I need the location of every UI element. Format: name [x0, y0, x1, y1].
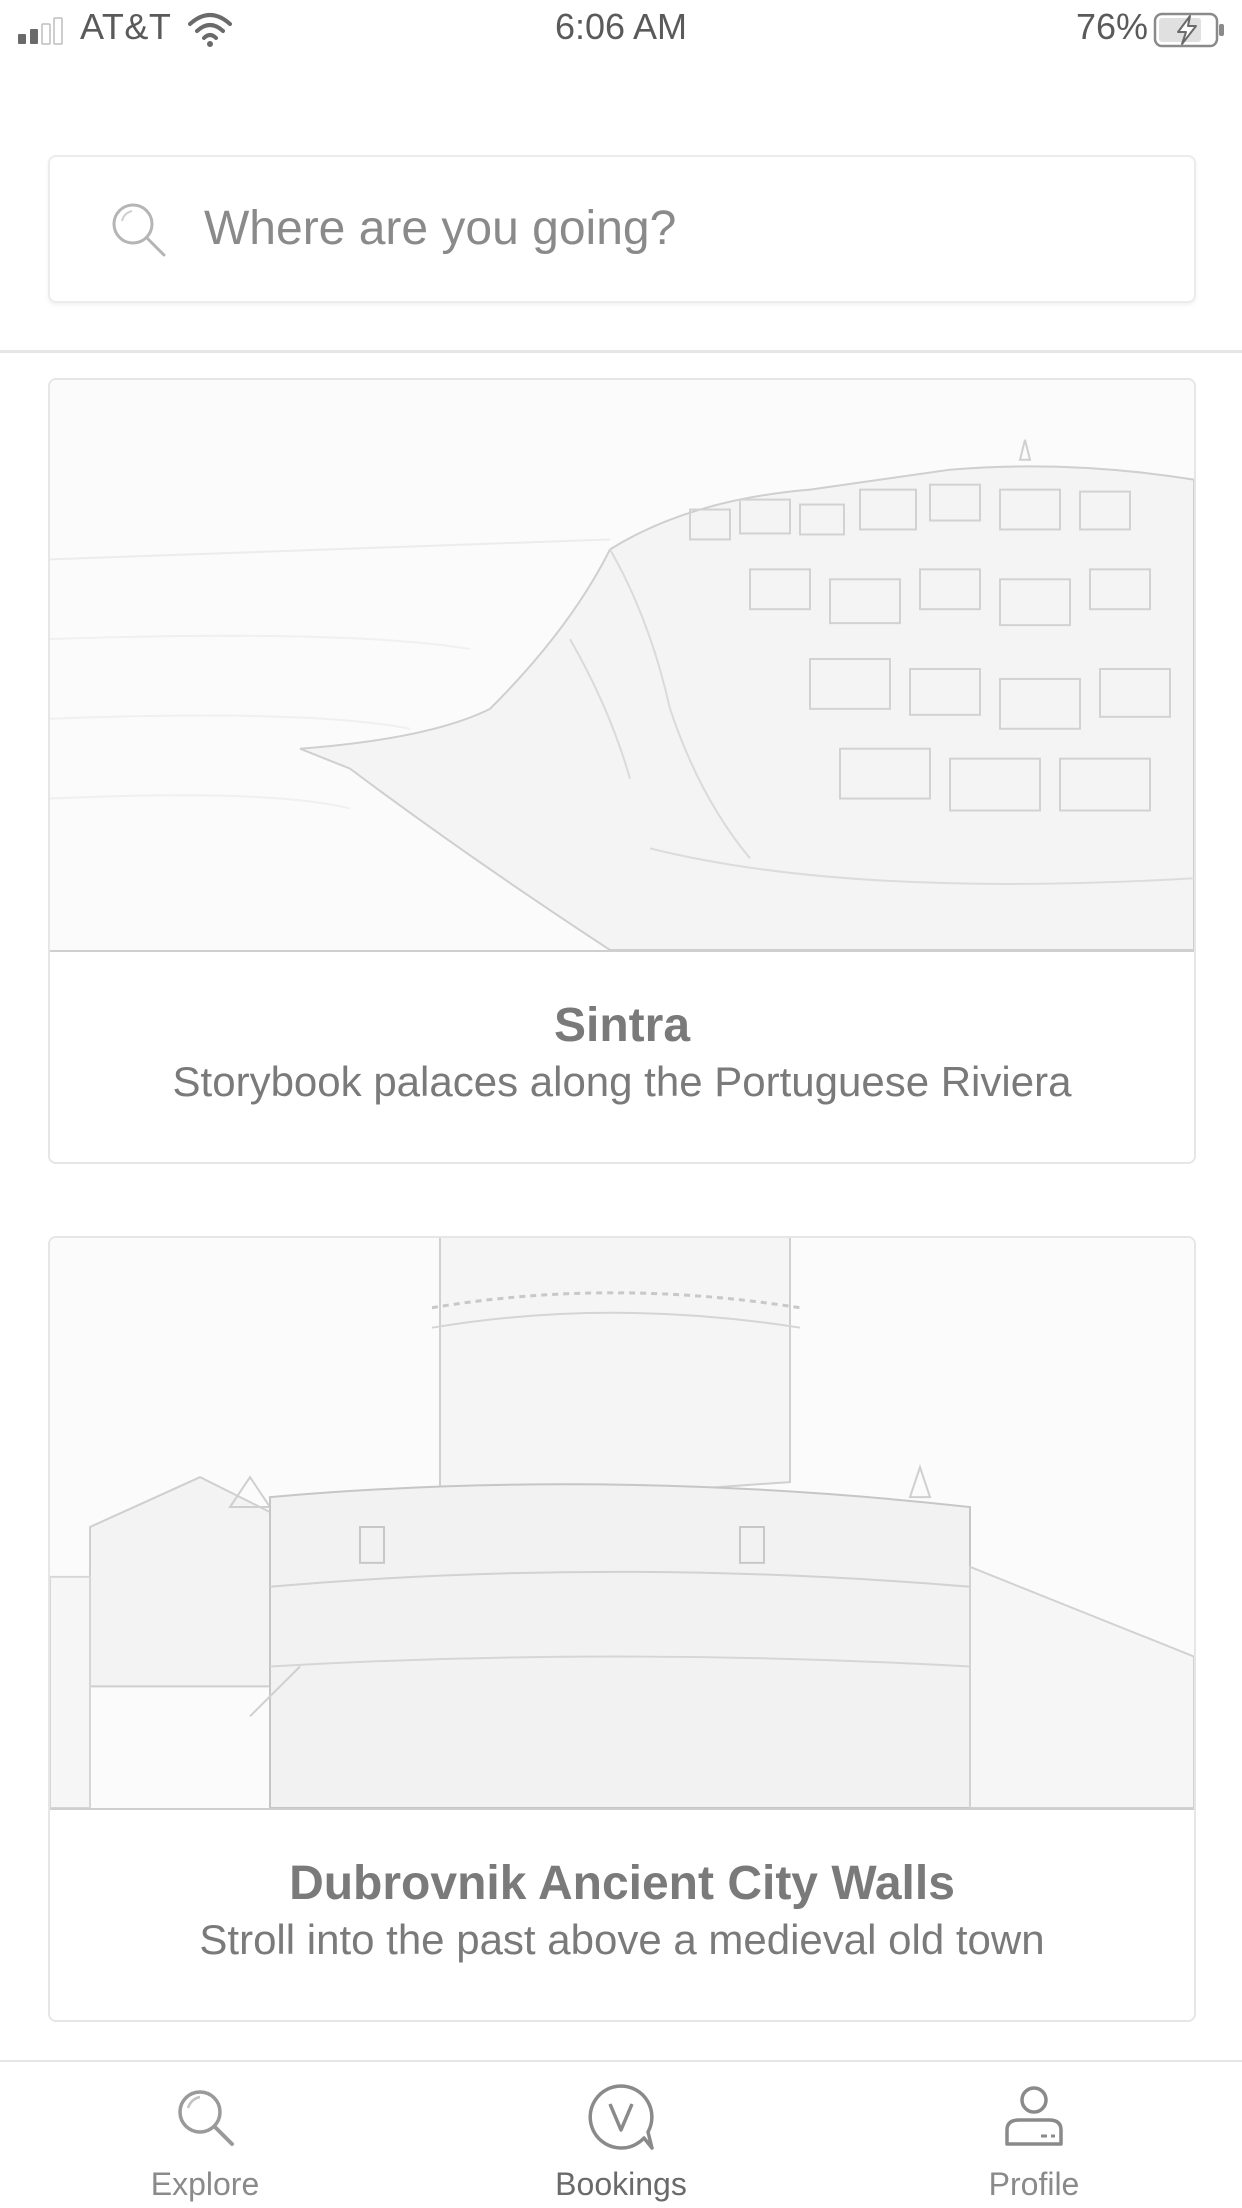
status-bar: AT&T 6:06 AM 76%	[0, 0, 1242, 60]
search-placeholder: Where are you going?	[204, 202, 677, 255]
tab-bar: Explore Bookings Profile	[0, 2060, 1242, 2208]
card-image	[50, 380, 1194, 952]
battery-charging-icon	[1153, 12, 1224, 48]
app-screen: AT&T 6:06 AM 76% Where are you going? Si…	[0, 0, 1242, 2208]
card-image	[50, 1238, 1194, 1810]
search-input[interactable]: Where are you going?	[48, 155, 1196, 303]
profile-icon	[1005, 2086, 1063, 2146]
status-time: 6:06 AM	[554, 6, 688, 47]
bookings-icon	[588, 2084, 654, 2150]
tab-label-bookings: Bookings	[555, 2166, 687, 2202]
tab-label-profile: Profile	[988, 2166, 1080, 2202]
search-icon	[112, 203, 166, 257]
tab-profile[interactable]: Profile	[884, 2062, 1184, 2208]
card-subtitle: Storybook palaces along the Portuguese R…	[172, 1058, 1072, 1105]
tab-explore[interactable]: Explore	[55, 2062, 355, 2208]
card-subtitle: Stroll into the past above a medieval ol…	[199, 1916, 1045, 1963]
header-divider	[0, 350, 1242, 353]
card-title: Dubrovnik Ancient City Walls	[289, 1857, 955, 1910]
explore-icon	[178, 2090, 234, 2146]
fortress-tower-photo	[50, 1238, 1194, 1808]
card-title: Sintra	[553, 999, 691, 1052]
tab-bookings[interactable]: Bookings	[471, 2062, 771, 2208]
destination-card-dubrovnik[interactable]: Dubrovnik Ancient City Walls Stroll into…	[48, 1236, 1196, 2022]
tab-label-explore: Explore	[150, 2166, 260, 2202]
battery-percentage: 76%	[1075, 6, 1148, 47]
destination-card-sintra[interactable]: Sintra Storybook palaces along the Portu…	[48, 378, 1196, 1164]
coastal-cliff-town-photo	[50, 380, 1194, 950]
